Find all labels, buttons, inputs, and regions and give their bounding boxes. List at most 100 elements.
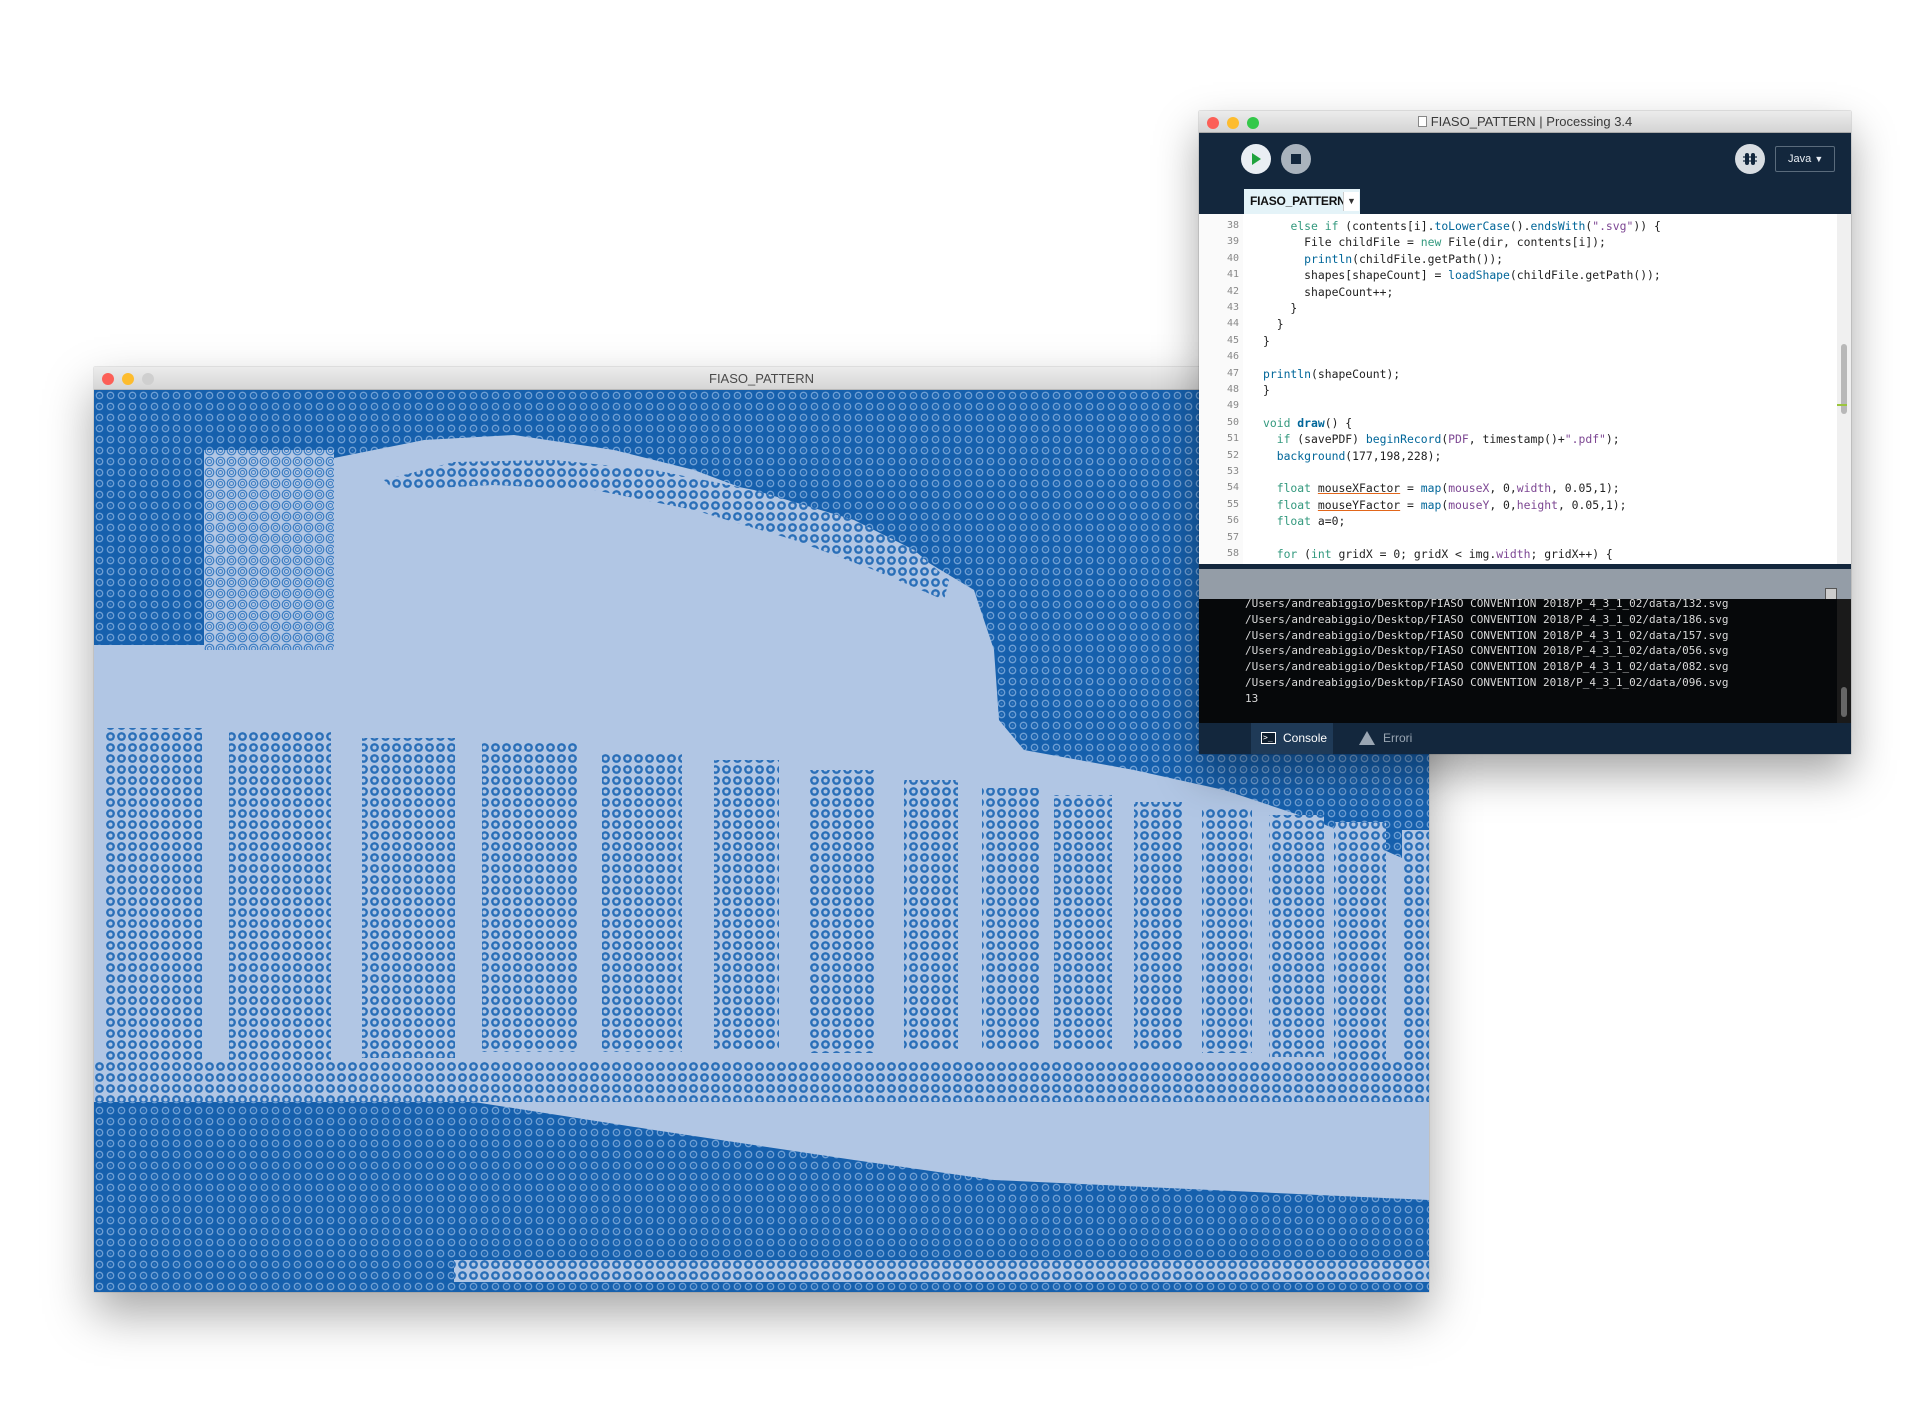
ide-titlebar: FIASO_PATTERN | Processing 3.4 xyxy=(1199,111,1851,133)
console-line: /Users/andreabiggio/Desktop/FIASO CONVEN… xyxy=(1245,612,1729,626)
line-number: 41 xyxy=(1226,269,1239,281)
code-text: } xyxy=(1263,333,1270,348)
line-number: 51 xyxy=(1226,433,1239,445)
code-editor[interactable]: 38 else if (contents[i].toLowerCase().en… xyxy=(1199,214,1837,564)
code-text: else if (contents[i].toLowerCase().endsW… xyxy=(1290,219,1661,233)
code-text: } xyxy=(1263,317,1284,332)
code-line[interactable]: 43 } xyxy=(1199,300,1837,316)
bottom-ring-row xyxy=(454,1260,1429,1282)
line-number: 52 xyxy=(1226,449,1239,461)
line-number: 54 xyxy=(1226,482,1239,494)
code-text: background(177,198,228); xyxy=(1276,448,1442,463)
debugger-button[interactable] xyxy=(1735,144,1765,174)
line-number: 43 xyxy=(1226,302,1239,313)
console-line: 13 xyxy=(1245,691,1259,705)
mode-selector[interactable]: Java ▼ xyxy=(1775,146,1835,172)
line-number: 47 xyxy=(1226,367,1239,379)
line-number: 40 xyxy=(1226,252,1239,264)
line-number: 53 xyxy=(1226,466,1239,477)
line-number: 46 xyxy=(1226,351,1239,363)
code-text: } xyxy=(1263,383,1270,397)
console-output: /Users/andreabiggio/Desktop/FIASO CONVEN… xyxy=(1199,599,1837,723)
stop-button[interactable] xyxy=(1281,144,1311,174)
code-line[interactable]: 54 float mouseXFactor = map(mouseX, 0,wi… xyxy=(1199,480,1837,496)
code-line[interactable]: 59 for (int gridY = 0; gridY < img.heigh… xyxy=(1199,562,1837,564)
line-number: 55 xyxy=(1226,498,1239,510)
mode-label: Java xyxy=(1788,153,1812,165)
code-line[interactable]: 44 } xyxy=(1199,316,1837,332)
run-button[interactable] xyxy=(1241,144,1271,174)
code-line[interactable]: 48} xyxy=(1199,382,1837,398)
code-text: void draw() { xyxy=(1263,415,1353,430)
code-line[interactable]: 57 xyxy=(1199,530,1837,546)
minimize-button[interactable] xyxy=(1227,117,1239,129)
line-number: 50 xyxy=(1226,416,1239,428)
code-line[interactable]: 53 xyxy=(1199,464,1837,480)
code-text: println(shapeCount); xyxy=(1263,366,1401,381)
code-line[interactable]: 40 println(childFile.getPath()); xyxy=(1199,251,1837,267)
code-text: for (int gridX = 0; gridX < img.width; g… xyxy=(1276,547,1613,561)
code-line[interactable]: 39 File childFile = new File(dir, conten… xyxy=(1199,234,1837,250)
console-scroll-thumb[interactable] xyxy=(1841,687,1847,717)
line-number: 42 xyxy=(1226,285,1239,297)
code-line[interactable]: 38 else if (contents[i].toLowerCase().en… xyxy=(1199,218,1837,234)
line-number: 39 xyxy=(1226,236,1239,248)
line-number: 49 xyxy=(1226,400,1239,412)
editor-change-marker xyxy=(1837,404,1847,406)
ide-window-title: FIASO_PATTERN | Processing 3.4 xyxy=(1430,114,1633,129)
close-button[interactable] xyxy=(1207,117,1219,129)
terminal-icon: >_ xyxy=(1261,732,1276,744)
console-line: /Users/andreabiggio/Desktop/FIASO CONVEN… xyxy=(1245,660,1729,674)
code-line[interactable]: 49 xyxy=(1199,398,1837,414)
sketch-window-title: FIASO_PATTERN xyxy=(709,371,814,386)
code-line[interactable]: 58 for (int gridX = 0; gridX < img.width… xyxy=(1199,546,1837,562)
console-line: /Users/andreabiggio/Desktop/FIASO CONVEN… xyxy=(1245,644,1729,658)
code-line[interactable]: 50 void draw() { xyxy=(1199,415,1837,431)
stop-icon xyxy=(1291,154,1301,164)
zoom-button[interactable] xyxy=(1247,117,1259,129)
code-text: float mouseYFactor = map(mouseY, 0,heigh… xyxy=(1276,497,1627,512)
editor-scrollbar[interactable] xyxy=(1837,214,1851,564)
code-text: } xyxy=(1263,301,1298,315)
line-number: 57 xyxy=(1226,531,1239,543)
play-icon xyxy=(1252,153,1261,165)
close-button[interactable] xyxy=(102,373,114,385)
code-line[interactable]: 42 shapeCount++; xyxy=(1199,284,1837,300)
code-line[interactable]: 45} xyxy=(1199,333,1837,349)
left-cluster xyxy=(204,450,334,650)
code-line[interactable]: 55 float mouseYFactor = map(mouseY, 0,he… xyxy=(1199,497,1837,513)
chevron-down-icon: ▼ xyxy=(1814,154,1824,164)
line-number: 59 xyxy=(1199,562,1239,564)
debugger-icon xyxy=(1743,153,1757,165)
code-line[interactable]: 47 println(shapeCount); xyxy=(1199,366,1837,382)
console-tab[interactable]: >_ Console xyxy=(1251,723,1333,754)
line-number: 58 xyxy=(1226,548,1239,559)
chevron-down-icon: ▼ xyxy=(1347,196,1356,206)
code-line[interactable]: 52 background(177,198,228); xyxy=(1199,448,1837,464)
code-line[interactable]: 46 xyxy=(1199,349,1837,365)
code-text: File childFile = new File(dir, contents[… xyxy=(1263,235,1606,250)
line-number: 56 xyxy=(1226,515,1239,527)
code-text: if (savePDF) beginRecord(PDF, timestamp(… xyxy=(1276,432,1620,447)
line-number: 38 xyxy=(1226,220,1239,231)
console-tab-label: Console xyxy=(1283,731,1328,745)
console-line: /Users/andreabiggio/Desktop/FIASO CONVEN… xyxy=(1245,599,1729,610)
zoom-button[interactable] xyxy=(142,373,154,385)
minimize-button[interactable] xyxy=(122,373,134,385)
console-scrollbar[interactable] xyxy=(1837,599,1851,723)
tab-menu-button[interactable]: ▼ xyxy=(1343,192,1359,211)
code-line[interactable]: 51 if (savePDF) beginRecord(PDF, timesta… xyxy=(1199,431,1837,447)
errors-tab-label: Errori xyxy=(1383,731,1413,745)
line-number: 45 xyxy=(1226,334,1239,346)
line-number: 44 xyxy=(1226,318,1239,330)
document-icon xyxy=(1417,116,1427,127)
code-line[interactable]: 56 float a=0; xyxy=(1199,513,1837,529)
code-text: for (int gridY = 0; gridY < img.height; … xyxy=(1263,562,1633,564)
warning-icon xyxy=(1359,731,1375,754)
console-header xyxy=(1199,569,1851,599)
code-text: println(childFile.getPath()); xyxy=(1304,251,1504,266)
errors-tab[interactable]: Errori xyxy=(1355,723,1445,754)
tab-label: FIASO_PATTERN xyxy=(1250,194,1346,208)
code-text: shapeCount++; xyxy=(1263,284,1394,299)
code-line[interactable]: 41 shapes[shapeCount] = loadShape(childF… xyxy=(1199,267,1837,283)
